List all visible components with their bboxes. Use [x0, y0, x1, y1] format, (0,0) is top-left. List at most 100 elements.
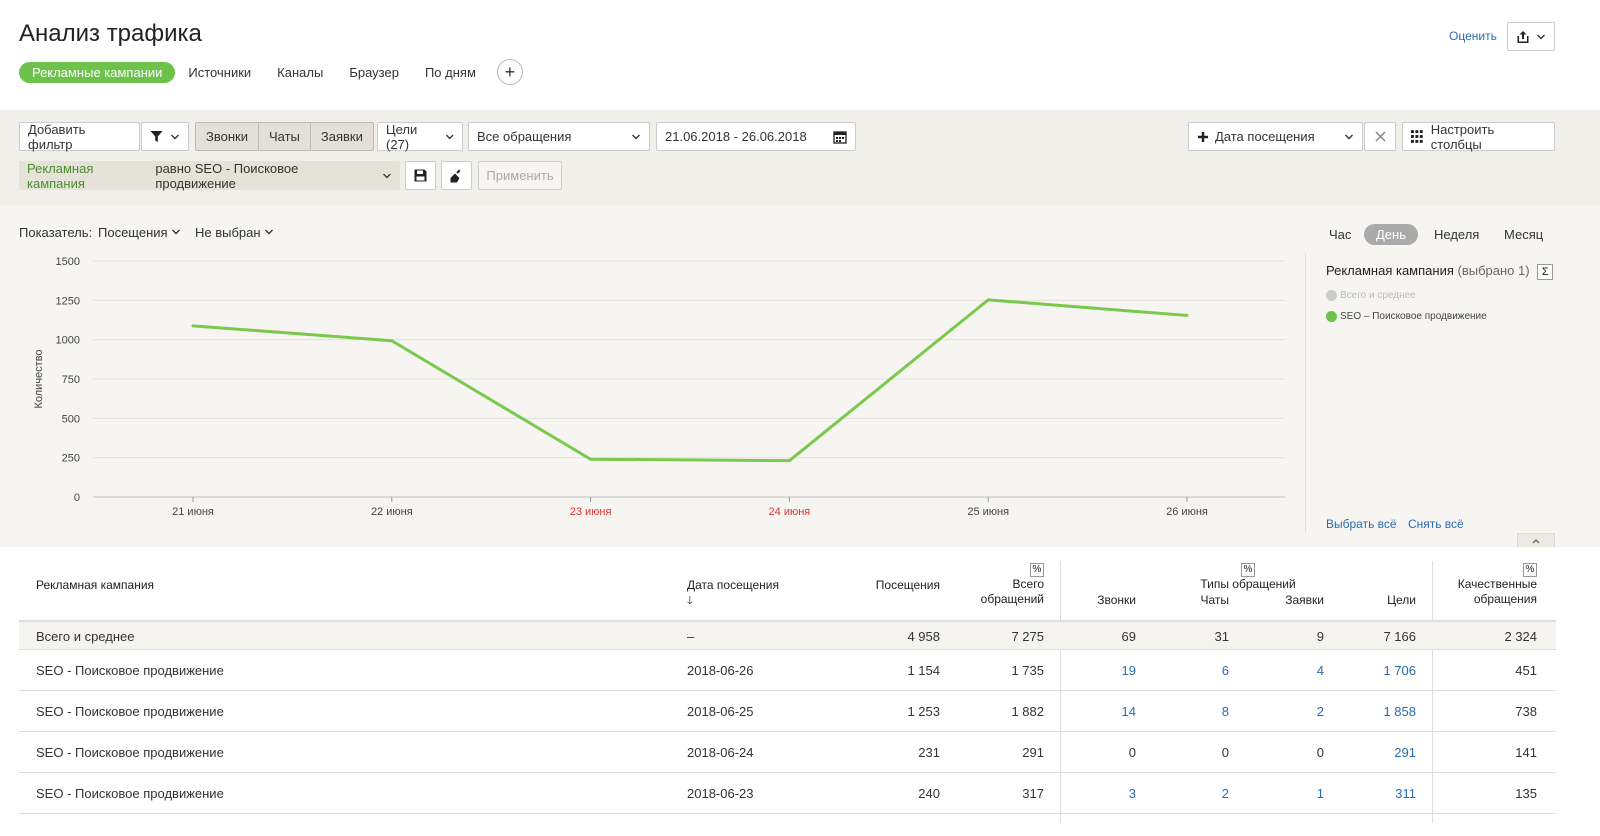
period-hour[interactable]: Час — [1317, 224, 1363, 245]
tab-sources[interactable]: Источники — [175, 62, 264, 83]
cell-quality: 2 324 — [1504, 629, 1537, 644]
date-range-input[interactable]: 21.06.2018 - 26.06.2018 — [656, 122, 856, 151]
y-tick-label: 0 — [74, 492, 80, 504]
col-quality[interactable]: % Качественные обращения — [1439, 561, 1537, 607]
chevron-down-icon — [383, 173, 392, 178]
cell-chats[interactable]: 2 — [1179, 786, 1229, 801]
chevron-up-icon — [1532, 538, 1540, 543]
visit-date-label: Дата посещения — [1215, 129, 1315, 144]
table-row[interactable]: SEO - Поисковое продвижение 2018-06-26 1 1… — [19, 650, 1556, 691]
col-visits[interactable]: Посещения — [839, 578, 940, 593]
cell-visits: 240 — [918, 786, 940, 801]
cell-requests[interactable]: 4 — [1264, 663, 1324, 678]
chevron-down-icon — [1345, 134, 1353, 139]
col-calls[interactable]: Звонки — [1079, 593, 1136, 608]
cell-date: 2018-06-26 — [687, 663, 754, 678]
add-filter-button[interactable]: Добавить фильтр — [19, 122, 140, 152]
cell-quality: 135 — [1515, 786, 1537, 801]
percent-toggle-icon[interactable]: % — [1523, 563, 1537, 577]
request-type-toggle: Звонки Чаты Заявки — [195, 122, 374, 151]
cell-calls[interactable]: 14 — [1079, 704, 1136, 719]
col-total-requests[interactable]: % Всего обращений — [949, 561, 1044, 607]
requests-select[interactable]: Все обращения — [468, 122, 650, 151]
cell-goals[interactable]: 1 858 — [1359, 704, 1416, 719]
legend-title: Рекламная кампания — [1326, 263, 1454, 278]
export-button[interactable] — [1507, 22, 1555, 51]
col-group-types: % Типы обращений — [1197, 561, 1299, 592]
table-row[interactable]: SEO - Поисковое продвижение 2018-06-25 1 2… — [19, 691, 1556, 732]
filter-menu-button[interactable] — [141, 122, 189, 151]
deselect-all-link[interactable]: Снять всё — [1408, 517, 1464, 531]
cell-goals[interactable]: 291 — [1359, 745, 1416, 760]
cell-date: 2018-06-24 — [687, 745, 754, 760]
col-goals[interactable]: Цели — [1359, 593, 1416, 608]
configure-columns-button[interactable]: Настроить столбцы — [1402, 122, 1555, 152]
toggle-requests[interactable]: Заявки — [311, 123, 373, 150]
cell-calls[interactable]: 19 — [1079, 663, 1136, 678]
remove-grouping-button[interactable] — [1364, 122, 1396, 151]
cell-requests[interactable]: 1 — [1264, 786, 1324, 801]
plus-icon: + — [504, 61, 516, 82]
legend-links: Выбрать всё Снять всё — [1326, 517, 1472, 531]
tab-channels[interactable]: Каналы — [264, 62, 336, 83]
period-week[interactable]: Неделя — [1422, 224, 1491, 245]
cell-quality: 451 — [1515, 663, 1537, 678]
select-all-link[interactable]: Выбрать всё — [1326, 517, 1397, 531]
apply-button[interactable]: Применить — [478, 161, 562, 190]
add-tab-button[interactable]: + — [496, 59, 523, 85]
data-point — [1185, 313, 1189, 317]
legend-title-row: Рекламная кампания (выбрано 1) Σ — [1326, 263, 1566, 280]
toggle-calls[interactable]: Звонки — [196, 123, 259, 150]
y-tick-label: 500 — [62, 413, 80, 425]
cell-date: 2018-06-23 — [687, 786, 754, 801]
goals-dropdown[interactable]: Цели (27) — [377, 121, 463, 152]
cell-campaign: SEO - Поисковое продвижение — [36, 704, 224, 719]
active-filter-chip[interactable]: Рекламная кампания равно SEO - Поисковое… — [19, 161, 400, 191]
cell-requests: 9 — [1316, 629, 1324, 644]
table-row[interactable]: SEO - Поисковое продвижение 2018-06-24 231… — [19, 732, 1556, 773]
goals-label: Цели (27) — [386, 121, 418, 152]
x-tick-label: 22 июня — [371, 506, 413, 518]
cell-chats[interactable]: 8 — [1179, 704, 1229, 719]
legend-item-seo[interactable]: SEO – Поисковое продвижение — [1326, 311, 1566, 322]
cell-goals[interactable]: 311 — [1359, 786, 1416, 801]
col-visit-date[interactable]: Дата посещения 🡓 — [687, 578, 779, 609]
percent-toggle-icon[interactable]: % — [1241, 563, 1255, 577]
percent-toggle-icon[interactable]: % — [1030, 563, 1044, 577]
period-month[interactable]: Месяц — [1492, 224, 1555, 245]
col-chats[interactable]: Чаты — [1179, 593, 1229, 608]
period-day[interactable]: День — [1364, 224, 1418, 245]
cell-total-requests: 7 275 — [1011, 629, 1044, 644]
collapse-chart-button[interactable] — [1517, 533, 1555, 547]
save-filter-button[interactable] — [405, 161, 436, 190]
cell-quality: 141 — [1515, 745, 1537, 760]
save-icon — [414, 169, 427, 182]
toggle-chats[interactable]: Чаты — [259, 123, 311, 150]
col-quality-label-1: Качественные — [1457, 577, 1537, 591]
col-campaign[interactable]: Рекламная кампания — [36, 578, 154, 593]
cell-chats[interactable]: 6 — [1179, 663, 1229, 678]
tab-by-days[interactable]: По дням — [412, 62, 489, 83]
tab-browser[interactable]: Браузер — [336, 62, 412, 83]
filters-panel: Добавить фильтр Звонки Чаты Заявки Цели … — [0, 110, 1600, 205]
cell-requests[interactable]: 2 — [1264, 704, 1324, 719]
table-row[interactable]: SEO - Поисковое продвижение 2018-06-23 240… — [19, 773, 1556, 814]
cell-calls[interactable]: 3 — [1079, 786, 1136, 801]
date-range-value: 21.06.2018 - 26.06.2018 — [665, 129, 807, 144]
visit-date-grouping-select[interactable]: Дата посещения — [1188, 122, 1363, 151]
rate-link[interactable]: Оценить — [1449, 29, 1497, 43]
sigma-icon[interactable]: Σ — [1537, 264, 1554, 280]
col-total-label-1: Всего — [1012, 577, 1044, 591]
cell-visits: 4 958 — [907, 629, 940, 644]
col-visit-date-label: Дата посещения — [687, 578, 779, 592]
page-title: Анализ трафика — [19, 20, 202, 47]
clear-filter-button[interactable] — [441, 161, 472, 190]
cell-campaign: SEO - Поисковое продвижение — [36, 745, 224, 760]
cell-goals[interactable]: 1 706 — [1359, 663, 1416, 678]
page-header: Анализ трафика Рекламные кампании Источн… — [0, 0, 1600, 110]
legend-item-label: Всего и среднее — [1340, 290, 1416, 301]
funnel-icon — [150, 131, 163, 142]
tab-ad-campaigns[interactable]: Рекламные кампании — [19, 61, 176, 83]
legend-item-total[interactable]: Всего и среднее — [1326, 290, 1566, 301]
col-requests[interactable]: Заявки — [1264, 593, 1324, 608]
